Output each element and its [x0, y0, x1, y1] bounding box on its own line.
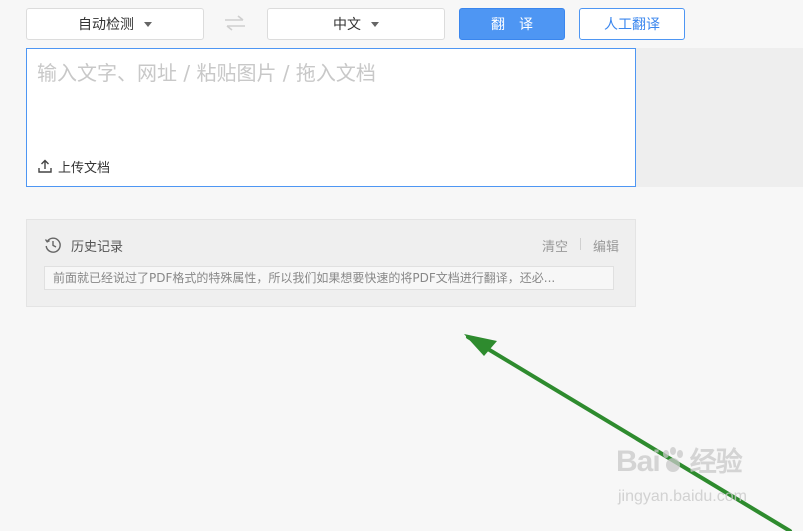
upload-document-button[interactable]: 上传文档	[38, 157, 111, 176]
swap-languages-button[interactable]	[222, 10, 248, 36]
clear-history-button[interactable]: 清空	[542, 236, 568, 255]
swap-icon	[225, 15, 245, 31]
translation-output-panel	[636, 48, 803, 187]
source-text-input[interactable]	[37, 57, 622, 147]
source-language-label: 自动检测	[78, 17, 134, 33]
watermark-url: jingyan.baidu.com	[618, 488, 747, 505]
history-title: 历史记录	[71, 240, 124, 255]
watermark-logo-suffix: 经验	[689, 447, 743, 477]
history-panel: 历史记录 清空 编辑 前面就已经说过了PDF格式的特殊属性，所以我们如果想要快速…	[26, 219, 636, 307]
baidu-jingyan-watermark: Bai 经验 jingyan.baidu.com	[616, 440, 786, 520]
divider	[580, 238, 581, 250]
chevron-down-icon	[371, 21, 379, 27]
watermark-logo: Bai 经验	[616, 440, 743, 479]
edit-history-button[interactable]: 编辑	[593, 236, 619, 255]
translate-button[interactable]: 翻译	[459, 8, 565, 40]
translate-page: 自动检测 中文 翻译 人工翻译 上传文档 历史记录 清空	[0, 0, 803, 531]
source-language-select[interactable]: 自动检测	[26, 8, 204, 40]
chevron-down-icon	[144, 21, 152, 27]
paw-icon	[662, 447, 683, 472]
history-clock-icon	[44, 237, 61, 253]
source-text-panel: 上传文档	[26, 48, 636, 187]
upload-icon	[38, 159, 52, 173]
upload-document-label: 上传文档	[58, 160, 111, 176]
watermark-logo-text: Bai	[616, 445, 661, 478]
human-translate-button[interactable]: 人工翻译	[579, 8, 685, 40]
target-language-label: 中文	[333, 17, 361, 33]
history-record-item[interactable]: 前面就已经说过了PDF格式的特殊属性，所以我们如果想要快速的将PDF文档进行翻译…	[44, 266, 614, 290]
target-language-select[interactable]: 中文	[267, 8, 445, 40]
